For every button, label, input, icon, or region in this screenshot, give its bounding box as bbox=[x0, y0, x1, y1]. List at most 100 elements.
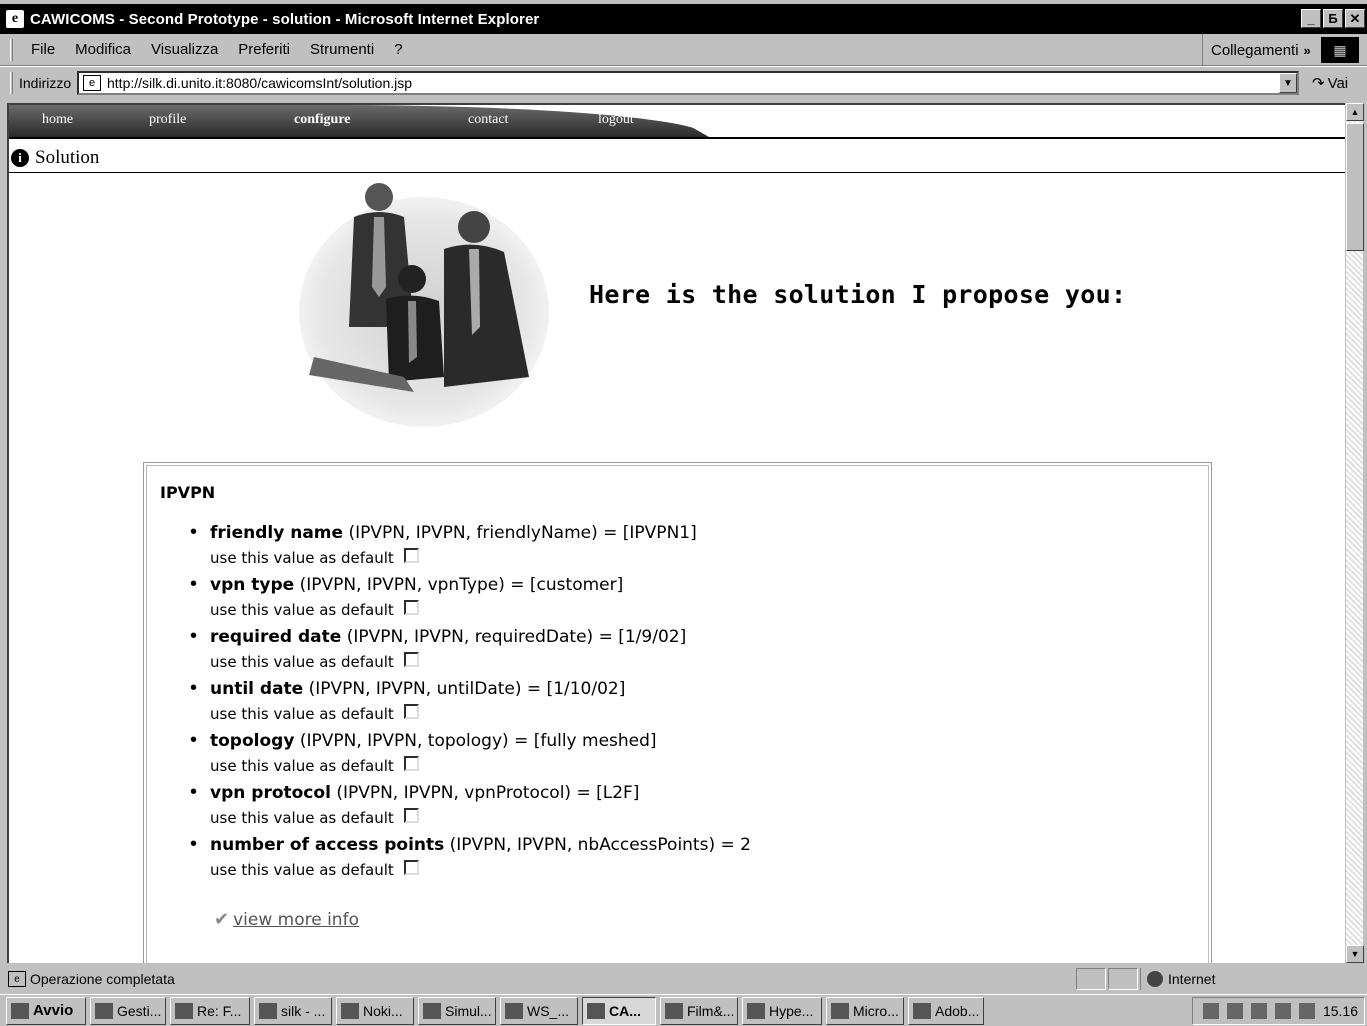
menu-modifica[interactable]: Modifica bbox=[65, 41, 141, 58]
taskbar-button[interactable]: WS_... bbox=[500, 996, 578, 1025]
app-icon bbox=[747, 1002, 765, 1019]
default-checkbox[interactable] bbox=[403, 599, 419, 615]
close-button[interactable]: ✕ bbox=[1345, 9, 1365, 28]
chevron-right-icon[interactable]: » bbox=[1304, 43, 1311, 58]
word-icon bbox=[831, 1002, 849, 1019]
windows-flag-icon bbox=[11, 1002, 29, 1019]
address-url[interactable]: http://silk.di.unito.it:8080/cawicomsInt… bbox=[107, 75, 412, 91]
page-icon: e bbox=[83, 75, 101, 91]
menu-file[interactable]: File bbox=[21, 41, 65, 58]
taskbar-label: Simul... bbox=[445, 1002, 492, 1019]
default-checkbox[interactable] bbox=[403, 703, 419, 719]
menu-preferiti[interactable]: Preferiti bbox=[228, 41, 300, 58]
ie-icon: e bbox=[6, 10, 24, 28]
list-item: vpn protocol (IPVPN, IPVPN, vpnProtocol)… bbox=[190, 781, 751, 833]
speaker-icon[interactable] bbox=[1202, 1003, 1219, 1019]
param-detail: (IPVPN, IPVPN, vpnProtocol) = [L2F] bbox=[336, 783, 640, 803]
window-controls: _ Б ✕ bbox=[1301, 9, 1365, 28]
nav-home[interactable]: home bbox=[42, 112, 73, 128]
tray-icon[interactable] bbox=[1298, 1003, 1315, 1019]
list-item: number of access points (IPVPN, IPVPN, n… bbox=[190, 833, 751, 885]
taskbar-label: silk - ... bbox=[281, 1002, 326, 1019]
taskbar: Avvio Gesti... Re: F... silk - ... Noki.… bbox=[0, 994, 1367, 1026]
param-detail: (IPVPN, IPVPN, vpnType) = [customer] bbox=[299, 575, 624, 595]
vertical-scrollbar[interactable]: ▲ ▼ bbox=[1345, 103, 1364, 963]
default-label: use this value as default bbox=[210, 809, 394, 827]
default-checkbox[interactable] bbox=[403, 807, 419, 823]
dropdown-arrow-icon[interactable]: ▼ bbox=[1279, 73, 1297, 93]
param-detail: (IPVPN, IPVPN, requiredDate) = [1/9/02] bbox=[346, 627, 687, 647]
scroll-down-icon[interactable]: ▼ bbox=[1346, 945, 1364, 963]
page-viewport: home profile configure contact logout i … bbox=[7, 103, 1345, 963]
more-info-label[interactable]: view more info bbox=[233, 910, 359, 930]
default-checkbox[interactable] bbox=[403, 859, 419, 875]
scroll-up-icon[interactable]: ▲ bbox=[1346, 103, 1364, 121]
go-button[interactable]: ↷ Vai bbox=[1312, 71, 1348, 95]
param-name: number of access points bbox=[210, 835, 445, 855]
taskbar-label: Gesti... bbox=[117, 1002, 162, 1019]
status-cell bbox=[1076, 968, 1106, 990]
solution-header: i Solution bbox=[9, 143, 1345, 173]
nav-configure[interactable]: configure bbox=[294, 112, 351, 128]
restore-button[interactable]: Б bbox=[1323, 9, 1343, 28]
taskbar-button[interactable]: Gesti... bbox=[90, 996, 166, 1025]
start-button[interactable]: Avvio bbox=[6, 996, 86, 1025]
title-bar: e CAWICOMS - Second Prototype - solution… bbox=[0, 4, 1367, 34]
taskbar-button[interactable]: Adob... bbox=[908, 996, 984, 1025]
param-detail: (IPVPN, IPVPN, nbAccessPoints) = 2 bbox=[449, 835, 751, 855]
param-detail: (IPVPN, IPVPN, friendlyName) = [IPVPN1] bbox=[348, 523, 697, 543]
param-name: friendly name bbox=[210, 523, 344, 543]
list-item: friendly name (IPVPN, IPVPN, friendlyNam… bbox=[190, 521, 751, 573]
menu-strumenti[interactable]: Strumenti bbox=[300, 41, 384, 58]
links-toolbar[interactable]: Collegamenti » bbox=[1202, 34, 1311, 66]
menu-help[interactable]: ? bbox=[384, 41, 412, 58]
nav-profile[interactable]: profile bbox=[149, 112, 186, 128]
globe-icon bbox=[1147, 971, 1163, 987]
address-input[interactable]: e http://silk.di.unito.it:8080/cawicomsI… bbox=[77, 71, 1299, 95]
links-label: Collegamenti bbox=[1211, 41, 1299, 59]
toolbar-grip[interactable] bbox=[10, 71, 13, 94]
taskbar-button-active[interactable]: CA... bbox=[582, 996, 656, 1025]
ie-window: e CAWICOMS - Second Prototype - solution… bbox=[0, 0, 1367, 1026]
taskbar-button[interactable]: Film&... bbox=[660, 996, 738, 1025]
info-icon: i bbox=[11, 148, 29, 167]
tray-icon[interactable] bbox=[1226, 1003, 1243, 1019]
default-checkbox[interactable] bbox=[403, 547, 419, 563]
taskbar-button[interactable]: Re: F... bbox=[170, 996, 250, 1025]
minimize-button[interactable]: _ bbox=[1301, 9, 1321, 28]
nav-contact[interactable]: contact bbox=[468, 112, 508, 128]
address-label: Indirizzo bbox=[19, 74, 72, 91]
param-name: required date bbox=[210, 627, 342, 647]
more-info-link[interactable]: ✔ view more info bbox=[214, 909, 359, 930]
address-bar: Indirizzo e http://silk.di.unito.it:8080… bbox=[0, 66, 1367, 98]
nav-logout[interactable]: logout bbox=[598, 112, 634, 128]
taskbar-button[interactable]: Noki... bbox=[336, 996, 414, 1025]
scroll-thumb[interactable] bbox=[1346, 123, 1364, 251]
taskbar-label: Noki... bbox=[363, 1002, 403, 1019]
taskbar-label: Film&... bbox=[687, 1002, 735, 1019]
taskbar-label: WS_... bbox=[527, 1002, 570, 1019]
menu-bar: File Modifica Visualizza Preferiti Strum… bbox=[0, 34, 1367, 66]
param-name: until date bbox=[210, 679, 304, 699]
default-label: use this value as default bbox=[210, 549, 394, 567]
param-detail: (IPVPN, IPVPN, topology) = [fully meshed… bbox=[299, 731, 657, 751]
taskbar-button[interactable]: Hype... bbox=[742, 996, 822, 1025]
tray-icon[interactable] bbox=[1250, 1003, 1267, 1019]
go-label: Vai bbox=[1327, 74, 1349, 92]
taskbar-button[interactable]: Micro... bbox=[826, 996, 904, 1025]
list-item: until date (IPVPN, IPVPN, untilDate) = [… bbox=[190, 677, 751, 729]
tray-icon[interactable] bbox=[1274, 1003, 1291, 1019]
nav-divider bbox=[9, 137, 1345, 139]
menu-visualizza[interactable]: Visualizza bbox=[141, 41, 228, 58]
taskbar-label: CA... bbox=[609, 1002, 641, 1019]
app-icon bbox=[175, 1002, 193, 1019]
default-checkbox[interactable] bbox=[403, 651, 419, 667]
taskbar-label: Re: F... bbox=[197, 1002, 242, 1019]
taskbar-button[interactable]: Simul... bbox=[418, 996, 496, 1025]
toolbar-grip[interactable] bbox=[10, 38, 13, 61]
page-title: Solution bbox=[35, 146, 100, 168]
param-name: vpn protocol bbox=[210, 783, 331, 803]
default-checkbox[interactable] bbox=[403, 755, 419, 771]
taskbar-button[interactable]: silk - ... bbox=[254, 996, 332, 1025]
parameter-list: friendly name (IPVPN, IPVPN, friendlyNam… bbox=[190, 521, 751, 885]
